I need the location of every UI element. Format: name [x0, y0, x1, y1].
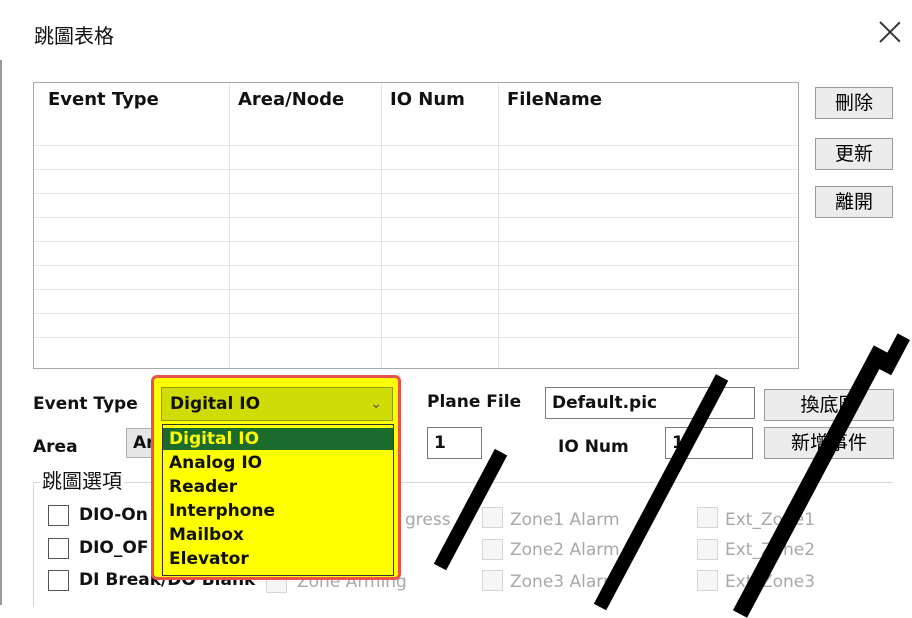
- checkbox-di-break[interactable]: [48, 570, 69, 591]
- row-divider: [34, 289, 798, 290]
- area-number-input[interactable]: 1: [427, 427, 482, 459]
- option-reader[interactable]: Reader: [163, 476, 393, 498]
- close-icon[interactable]: [877, 18, 903, 44]
- row-divider: [34, 169, 798, 170]
- event-table[interactable]: Event Type Area/Node IO Num FileName: [33, 82, 799, 369]
- area-label: Area: [33, 437, 78, 457]
- io-num-label: IO Num: [558, 437, 629, 457]
- table-header: Event Type Area/Node IO Num FileName: [34, 83, 798, 119]
- row-divider: [34, 241, 798, 242]
- plane-file-label: Plane File: [427, 392, 522, 412]
- delete-button[interactable]: 刪除: [815, 87, 893, 119]
- column-header-event-type[interactable]: Event Type: [48, 89, 159, 110]
- checkbox-ext-zone1[interactable]: [697, 507, 718, 528]
- option-analog-io[interactable]: Analog IO: [163, 452, 393, 474]
- checkbox-ext-zone3[interactable]: [697, 570, 718, 591]
- column-divider: [498, 83, 499, 368]
- window-title: 跳圖表格: [34, 24, 114, 48]
- checkbox-label: DIO-On: [79, 505, 148, 525]
- row-divider: [34, 217, 798, 218]
- row-divider: [34, 313, 798, 314]
- event-type-label: Event Type: [33, 394, 138, 414]
- column-header-io-num[interactable]: IO Num: [390, 89, 465, 110]
- checkbox-label: DIO_OF: [79, 538, 149, 558]
- leave-button[interactable]: 離開: [815, 186, 893, 218]
- option-interphone[interactable]: Interphone: [163, 500, 393, 522]
- checkbox-zone2-alarm[interactable]: [482, 539, 503, 560]
- checkbox-dio-on[interactable]: [48, 505, 69, 526]
- checkbox-label: gress: [405, 510, 451, 530]
- window-left-edge: [0, 60, 2, 605]
- option-mailbox[interactable]: Mailbox: [163, 524, 393, 546]
- checkbox-zone1-alarm[interactable]: [482, 507, 503, 528]
- checkbox-label: Ext_Zone3: [725, 572, 816, 592]
- checkbox-label: Zone1 Alarm: [510, 510, 620, 530]
- event-type-select[interactable]: Digital IO ⌄: [161, 387, 393, 421]
- event-type-options-list[interactable]: Digital IO Analog IO Reader Interphone M…: [162, 424, 394, 576]
- event-type-dropdown-highlight: Digital IO ⌄ Digital IO Analog IO Reader…: [151, 375, 401, 580]
- checkbox-ext-zone2[interactable]: [697, 539, 718, 560]
- chevron-down-icon[interactable]: ⌄: [370, 388, 382, 420]
- row-divider: [34, 337, 798, 338]
- plane-file-input[interactable]: Default.pic: [545, 387, 755, 419]
- column-header-area-node[interactable]: Area/Node: [238, 89, 344, 110]
- column-divider: [229, 83, 230, 368]
- column-divider: [381, 83, 382, 368]
- option-digital-io[interactable]: Digital IO: [163, 428, 393, 450]
- row-divider: [34, 193, 798, 194]
- row-divider: [34, 145, 798, 146]
- change-background-button[interactable]: 換底圖: [764, 389, 894, 421]
- event-type-selected-value: Digital IO: [170, 394, 261, 414]
- jump-options-label: 跳圖選項: [40, 465, 124, 494]
- option-elevator[interactable]: Elevator: [163, 548, 393, 570]
- update-button[interactable]: 更新: [815, 138, 893, 170]
- checkbox-zone3-alarm[interactable]: [482, 570, 503, 591]
- checkbox-label: Zone2 Alarm: [510, 540, 620, 560]
- checkbox-dio-off[interactable]: [48, 538, 69, 559]
- column-header-filename[interactable]: FileName: [507, 89, 602, 110]
- row-divider: [34, 265, 798, 266]
